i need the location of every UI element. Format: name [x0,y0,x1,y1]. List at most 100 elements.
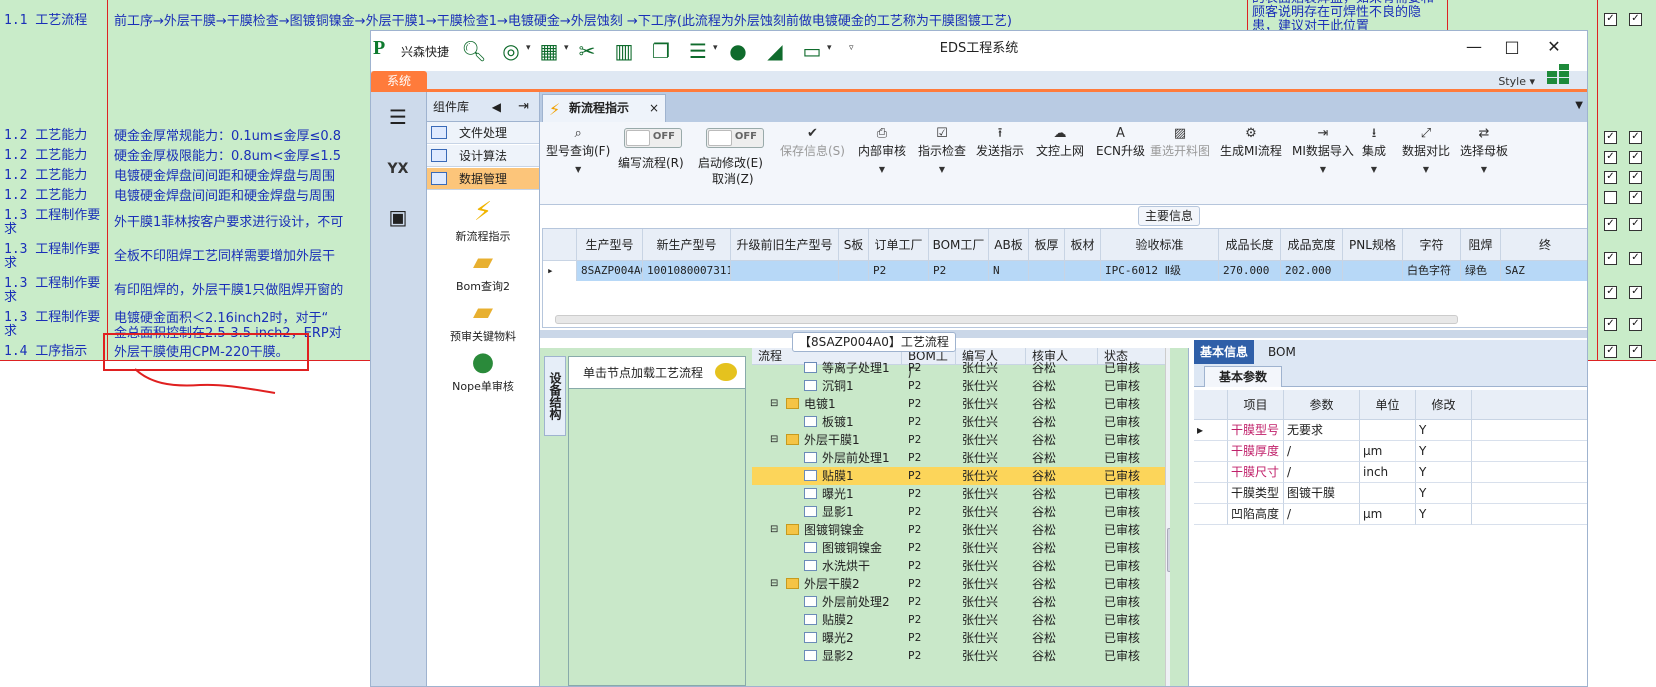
sheet-checkbox[interactable]: ✓ [1604,171,1617,184]
param-editable[interactable]: Y [1416,504,1472,525]
sheet-checkbox[interactable]: ✓ [1629,131,1642,144]
tool-new-flow-instruction[interactable]: ⚡︎ 新流程指示 [427,196,539,244]
param-item[interactable]: 干膜型号 [1228,420,1284,441]
generate-mi-button[interactable]: ⚙ 生成MI流程 [1220,126,1282,159]
sheet-checkbox[interactable]: ✓ [1604,151,1617,164]
minimize-button[interactable]: — [1461,35,1487,59]
grid-cell[interactable] [1029,261,1065,281]
model-query-button[interactable]: ⌕ 型号查询(F) ▼ [546,126,610,175]
param-editable[interactable]: Y [1416,483,1472,504]
sheet-checkbox[interactable]: ✓ [1604,345,1617,358]
param-unit[interactable]: μm [1360,504,1416,525]
param-item[interactable]: 干膜尺寸 [1228,462,1284,483]
select-master-button[interactable]: ⇄ 选择母板 ▼ [1460,126,1508,175]
tool-nope-review[interactable]: ● Nope单审核 [427,346,539,394]
tree-row[interactable]: 曝光1 P2 张仕兴 谷松 已审核 [752,485,1170,503]
param-value[interactable]: / [1284,504,1360,525]
pin-icon[interactable]: ⇥ [518,92,529,122]
sheet-checkbox[interactable]: ✓ [1604,252,1617,265]
chevron-down-icon[interactable]: ▾ [827,43,832,53]
save-info-button[interactable]: ✔ 保存信息(S) [780,126,845,159]
tab-basic-info[interactable]: 基本信息 [1194,340,1255,364]
grid-cell[interactable]: P2 [929,261,989,281]
data-compare-button[interactable]: ⤢ 数据对比 ▼ [1402,126,1450,175]
sheet-checkbox[interactable]: ✓ [1604,318,1617,331]
param-unit[interactable]: inch [1360,462,1416,483]
sheet-checkbox[interactable]: ✓ [1604,13,1617,26]
param-unit[interactable] [1360,483,1416,504]
system-tab[interactable]: 系统 [371,71,427,91]
table-icon[interactable]: ▦ [536,39,562,63]
sheet-checkbox[interactable]: ✓ [1629,318,1642,331]
grid-cell[interactable]: 270.000 [1219,261,1281,281]
grid-header[interactable]: 生产型号 [577,229,643,261]
param-editable[interactable]: Y [1416,462,1472,483]
search-icon[interactable]: 🔍︎ [461,39,487,63]
grid-cell[interactable] [1343,261,1403,281]
grid-cell[interactable] [731,261,839,281]
chevron-down-icon[interactable]: ▾ [526,43,531,53]
tree-row[interactable]: ⊟ 外层干膜1 P2 张仕兴 谷松 已审核 [752,431,1170,449]
doc-upload-button[interactable]: ☁ 文控上网 [1036,126,1084,159]
collapse-left-icon[interactable]: ◀ [492,92,501,122]
sheet-checkbox[interactable] [1604,191,1617,204]
ecn-upgrade-button[interactable]: A ECN升级 [1096,126,1145,159]
tree-row[interactable]: 曝光2 P2 张仕兴 谷松 已审核 [752,629,1170,647]
param-header[interactable]: 修改 [1416,390,1472,420]
sheet-checkbox[interactable]: ✓ [1629,286,1642,299]
grid-cell[interactable]: 202.000 [1281,261,1343,281]
grid-cell[interactable]: P2 [869,261,929,281]
param-header[interactable]: 项目 [1228,390,1284,420]
grid-header[interactable]: PNL规格 [1343,229,1403,261]
grid-header[interactable]: AB板 [989,229,1029,261]
sheet-checkbox[interactable]: ✓ [1629,345,1642,358]
tab-bom[interactable]: BOM [1262,340,1302,364]
sheet-checkbox[interactable]: ✓ [1604,286,1617,299]
grid-header[interactable]: 升级前旧生产型号 [731,229,839,261]
grid-cell[interactable]: 10010800073118 [643,261,731,281]
tab-basic-params[interactable]: 基本参数 [1204,366,1283,387]
scrollbar-thumb[interactable] [1167,528,1170,572]
send-instruction-button[interactable]: ⭱ 发送指示 [976,126,1024,159]
chevron-down-icon[interactable]: ▼ [1575,100,1583,111]
splitter[interactable] [540,330,1587,338]
param-value[interactable]: 无要求 [1284,420,1360,441]
sheet-checkbox[interactable]: ✓ [1629,151,1642,164]
sheet-checkbox[interactable]: ✓ [1629,252,1642,265]
sheet-checkbox[interactable]: ✓ [1604,131,1617,144]
collapse-node-icon[interactable]: ⊟ [770,575,778,593]
grid-header[interactable]: BOM工厂 [929,229,989,261]
equipment-structure-tab[interactable]: 设备结构 [544,356,566,436]
tree-row[interactable]: 显影1 P2 张仕兴 谷松 已审核 [752,503,1170,521]
close-icon[interactable]: × [649,95,659,121]
sheet-checkbox[interactable]: ✓ [1629,218,1642,231]
param-editable[interactable]: Y [1416,441,1472,462]
tree-row[interactable]: 图镀铜镍金 P2 张仕兴 谷松 已审核 [752,539,1170,557]
sheet-checkbox[interactable]: ✓ [1604,218,1617,231]
style-selector[interactable]: Style ▾ [1498,75,1535,88]
vertical-scrollbar[interactable] [1165,348,1170,686]
monitor-icon[interactable]: ▭ [799,39,825,63]
hamburger-icon[interactable]: ☰ [381,100,415,134]
chevron-down-icon[interactable]: ▾ [713,43,718,53]
grid-header[interactable]: 订单工厂 [869,229,929,261]
tree-row[interactable]: 等离子处理1 P2 张仕兴 谷松 已审核 [752,359,1170,377]
category-design-algorithm[interactable]: 设计算法 [427,145,539,167]
param-header[interactable]: 参数 [1284,390,1360,420]
globe-icon[interactable]: ◎ [498,39,524,63]
style-grid-icon[interactable] [1545,63,1571,85]
collapse-node-icon[interactable]: ⊟ [770,521,778,539]
tree-row[interactable]: 外层前处理1 P2 张仕兴 谷松 已审核 [752,449,1170,467]
collapse-node-icon[interactable]: ⊟ [770,431,778,449]
list-icon[interactable]: ☰ [685,39,711,63]
grid-header[interactable]: 终 [1501,229,1587,261]
grid-header[interactable]: 字符 [1403,229,1461,261]
edit-flow-toggle[interactable]: OFF [624,128,682,148]
param-unit[interactable] [1360,420,1416,441]
scissors-icon[interactable]: ✂ [574,39,600,63]
chevron-down-icon[interactable]: ▾ [564,43,569,53]
tab-new-flow-instruction[interactable]: ⚡︎ 新流程指示 × [542,94,666,122]
tree-row[interactable]: 贴膜2 P2 张仕兴 谷松 已审核 [752,611,1170,629]
customize-icon[interactable]: ▿ [849,43,854,53]
grid-header[interactable]: 验收标准 [1101,229,1219,261]
